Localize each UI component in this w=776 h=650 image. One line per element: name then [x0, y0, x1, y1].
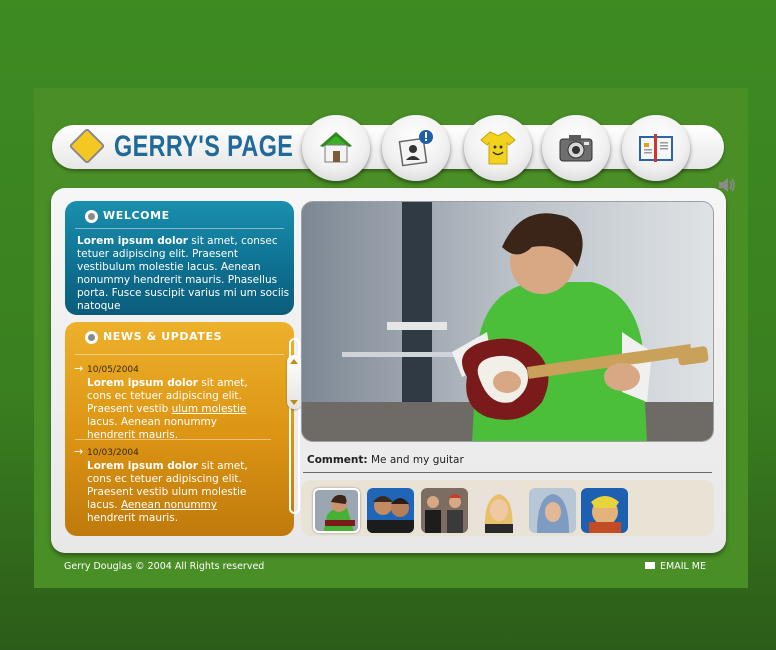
thumbnail-3[interactable]	[421, 488, 468, 533]
nav-tshirt-button[interactable]	[464, 115, 532, 181]
footer-copyright: Gerry Douglas © 2004 All Rights reserved	[64, 561, 265, 572]
scroll-down-icon[interactable]	[290, 400, 298, 405]
bullet-icon	[85, 210, 98, 223]
news-date: 10/03/2004	[87, 448, 139, 458]
news-title: NEWS & UPDATES	[85, 330, 222, 344]
thumbnail-strip	[301, 480, 714, 536]
main-photo	[301, 201, 714, 442]
nav-home-button[interactable]	[302, 115, 370, 181]
nav-profile-button[interactable]	[382, 115, 450, 181]
guestbook-icon	[639, 134, 673, 162]
logo-diamond-icon	[68, 127, 106, 165]
news-scrollbar-thumb[interactable]	[287, 355, 302, 409]
home-icon	[320, 132, 352, 163]
news-text: Lorem ipsum dolor sit amet, cons ec tetu…	[87, 377, 248, 441]
divider	[75, 228, 284, 229]
welcome-title: WELCOME	[85, 209, 170, 223]
bullet-icon	[85, 331, 98, 344]
nav-camera-button[interactable]	[542, 115, 610, 181]
scroll-up-icon[interactable]	[290, 359, 298, 364]
email-me-link[interactable]: EMAIL ME	[645, 561, 706, 572]
divider	[75, 439, 271, 440]
photo-caption: Comment: Me and my guitar	[307, 454, 464, 466]
news-text: Lorem ipsum dolor sit amet, cons ec tetu…	[87, 460, 248, 524]
divider	[75, 354, 284, 355]
news-box: NEWS & UPDATES → 10/05/2004 Lorem ipsum …	[65, 322, 302, 536]
welcome-box: WELCOME Lorem ipsum dolor sit amet, cons…	[65, 201, 294, 315]
thumbnail-4[interactable]	[475, 488, 522, 533]
news-link[interactable]: Aenean nonummy	[121, 499, 217, 511]
mail-icon	[645, 562, 655, 569]
profile-icon	[398, 130, 433, 167]
site-frame: GERRY'S PAGE WELCOME Lorem ipsum dolor s…	[34, 88, 748, 588]
news-date: 10/05/2004	[87, 365, 139, 375]
divider	[303, 472, 712, 473]
thumbnail-6[interactable]	[581, 488, 628, 533]
tshirt-icon	[480, 131, 516, 165]
site-logo[interactable]: GERRY'S PAGE	[114, 130, 293, 164]
arrow-icon: →	[74, 362, 84, 375]
thumbnail-2[interactable]	[367, 488, 414, 533]
welcome-text: Lorem ipsum dolor sit amet, consec tetue…	[77, 235, 290, 312]
thumbnail-5[interactable]	[529, 488, 576, 533]
camera-icon	[559, 135, 593, 162]
news-link[interactable]: ulum molestie	[172, 403, 247, 415]
guitar-player-image	[302, 202, 713, 441]
arrow-icon: →	[74, 445, 84, 458]
content-panel: WELCOME Lorem ipsum dolor sit amet, cons…	[51, 188, 726, 553]
nav-guestbook-button[interactable]	[622, 115, 690, 181]
thumbnail-1[interactable]	[313, 488, 360, 533]
